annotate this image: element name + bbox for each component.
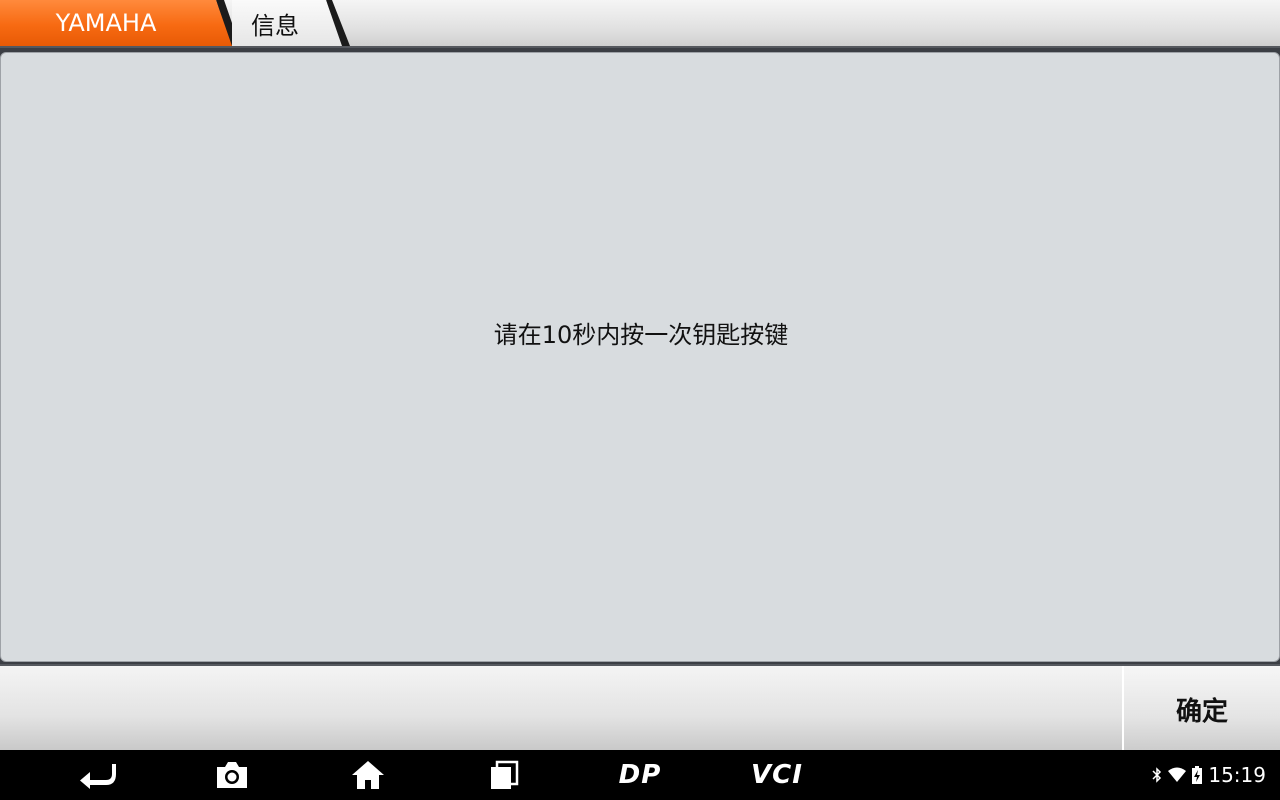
message-panel: 请在10秒内按一次钥匙按键	[0, 52, 1280, 662]
breadcrumb-item-info[interactable]: 信息	[232, 0, 342, 46]
recents-icon[interactable]	[474, 750, 534, 800]
confirm-button[interactable]: 确定	[1122, 666, 1280, 752]
instruction-message: 请在10秒内按一次钥匙按键	[493, 321, 789, 349]
battery-charging-icon	[1192, 766, 1203, 784]
dp-icon[interactable]: DP	[605, 750, 675, 800]
action-bar: 确定	[0, 664, 1280, 752]
home-icon[interactable]	[338, 750, 398, 800]
bluetooth-icon	[1152, 767, 1162, 783]
breadcrumb-item-yamaha[interactable]: YAMAHA	[0, 0, 232, 46]
dp-label: DP	[618, 760, 662, 790]
camera-icon[interactable]	[202, 750, 262, 800]
wifi-icon	[1168, 767, 1187, 782]
breadcrumb: YAMAHA 信息	[0, 0, 1280, 48]
navigation-bar: DP VCI 15:19	[0, 750, 1280, 800]
vci-icon[interactable]: VCI	[740, 750, 814, 800]
back-icon[interactable]	[67, 750, 127, 800]
status-area: 15:19	[1152, 750, 1266, 800]
vci-label: VCI	[751, 760, 803, 790]
status-time: 15:19	[1208, 763, 1266, 787]
